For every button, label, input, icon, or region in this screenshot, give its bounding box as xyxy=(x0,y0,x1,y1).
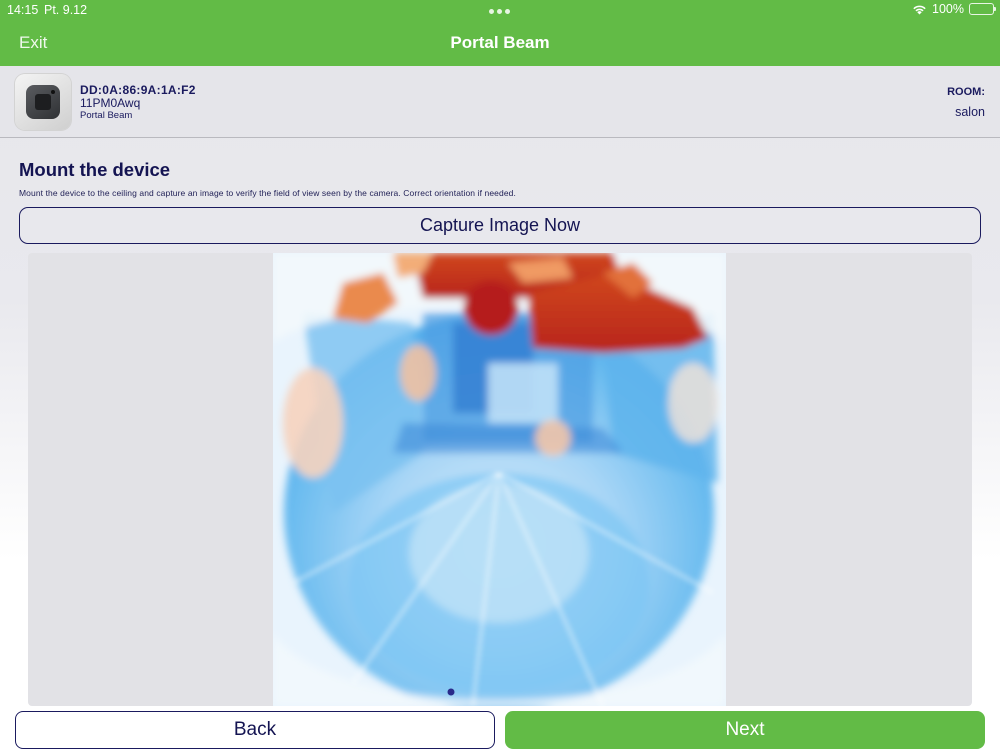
status-bar: 14:15 Pt. 9.12 100% xyxy=(0,0,1000,22)
status-date: Pt. 9.12 xyxy=(44,3,88,17)
multitasking-dots-icon[interactable] xyxy=(489,9,510,14)
image-panel xyxy=(28,253,972,706)
battery-icon xyxy=(969,3,996,15)
portal-beam-device-icon xyxy=(15,74,71,130)
device-model: Portal Beam xyxy=(80,110,133,121)
room-value: salon xyxy=(955,105,985,119)
battery-percent: 100% xyxy=(932,2,964,16)
device-mac: DD:0A:86:9A:1A:F2 xyxy=(80,83,196,97)
section-title: Mount the device xyxy=(19,159,171,180)
nav-title: Portal Beam xyxy=(450,33,550,52)
thermal-camera-image xyxy=(273,253,726,706)
back-button[interactable]: Back xyxy=(15,711,495,749)
next-button[interactable]: Next xyxy=(505,711,985,749)
section-description: Mount the device to the ceiling and capt… xyxy=(19,188,516,198)
status-right: 100% xyxy=(912,2,996,16)
device-header: DD:0A:86:9A:1A:F2 11PM0Awq Portal Beam R… xyxy=(0,66,1000,138)
top-bar: 14:15 Pt. 9.12 100% Exit Portal Beam xyxy=(0,0,1000,66)
device-serial: 11PM0Awq xyxy=(80,96,141,110)
wifi-icon xyxy=(912,4,927,15)
status-time: 14:15 xyxy=(7,3,39,17)
room-label: ROOM: xyxy=(947,86,985,98)
capture-image-button[interactable]: Capture Image Now xyxy=(19,207,981,244)
